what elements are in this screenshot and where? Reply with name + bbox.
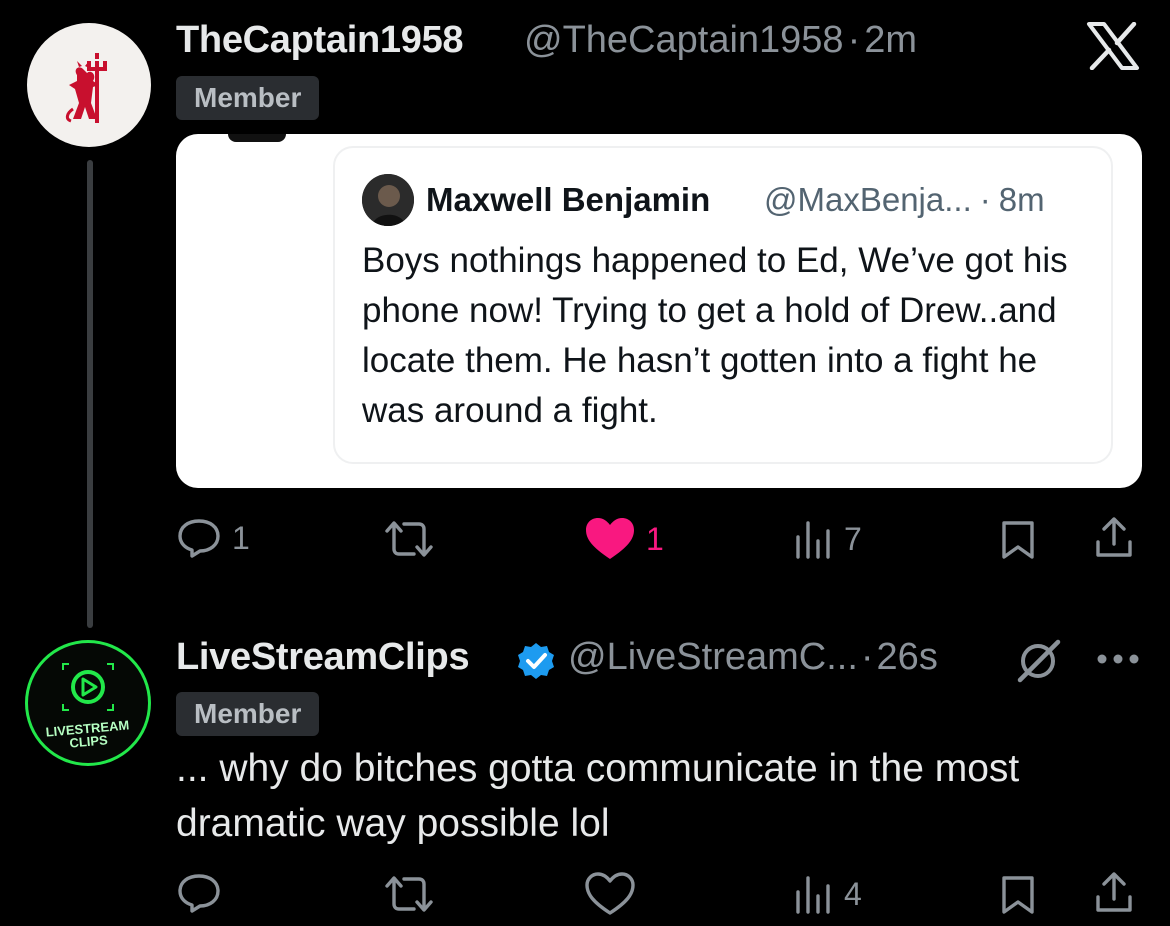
display-name[interactable]: TheCaptain1958 bbox=[176, 19, 464, 62]
bookmark-button[interactable] bbox=[1000, 519, 1036, 566]
avatar[interactable] bbox=[27, 23, 151, 147]
avatar[interactable]: LIVESTREAM CLIPS bbox=[25, 640, 151, 766]
reply-count: 1 bbox=[232, 519, 250, 556]
repost-button[interactable] bbox=[382, 519, 446, 559]
quoted-tweet-text: Boys nothings happened to Ed, We’ve got … bbox=[362, 241, 1068, 430]
display-name[interactable]: LiveStreamClips bbox=[176, 636, 470, 679]
timestamp[interactable]: 26s bbox=[877, 636, 938, 678]
heart-filled-icon bbox=[586, 518, 634, 559]
share-button[interactable] bbox=[1094, 516, 1134, 565]
quoted-handle[interactable]: @MaxBenja... bbox=[764, 181, 972, 218]
more-options-icon[interactable] bbox=[1096, 652, 1140, 671]
quoted-display-name[interactable]: Maxwell Benjamin bbox=[426, 181, 710, 219]
bookmark-icon bbox=[1002, 876, 1034, 914]
meta-separator: · bbox=[860, 636, 874, 678]
heart-outline-icon bbox=[585, 872, 635, 915]
repost-icon bbox=[385, 876, 433, 912]
view-count: 7 bbox=[844, 520, 862, 557]
views-chart-icon bbox=[796, 876, 830, 914]
share-icon bbox=[1096, 872, 1132, 912]
bookmark-icon bbox=[1002, 521, 1034, 559]
like-button[interactable]: 1 bbox=[584, 517, 664, 561]
quoted-meta-separator: · bbox=[979, 181, 991, 218]
post-meta: @TheCaptain1958 · 2m bbox=[524, 19, 917, 62]
quoted-timestamp[interactable]: 8m bbox=[999, 181, 1045, 218]
post-meta: @LiveStreamC...·26s bbox=[568, 636, 938, 679]
reply-button[interactable]: 1 bbox=[176, 517, 250, 559]
partial-image-edge bbox=[228, 134, 286, 142]
repost-icon bbox=[385, 521, 433, 557]
views-button[interactable]: 4 bbox=[794, 874, 862, 914]
repost-button[interactable] bbox=[382, 874, 446, 914]
quoted-meta: @MaxBenja... · 8m bbox=[764, 181, 1045, 219]
reply-icon bbox=[178, 519, 220, 558]
quoted-avatar[interactable] bbox=[362, 174, 414, 226]
verified-badge-icon bbox=[516, 641, 556, 681]
handle[interactable]: @LiveStreamC... bbox=[568, 636, 858, 678]
share-button[interactable] bbox=[1094, 871, 1134, 920]
like-count: 1 bbox=[646, 520, 664, 557]
share-icon bbox=[1096, 517, 1132, 557]
like-button[interactable] bbox=[584, 872, 646, 916]
member-badge: Member bbox=[176, 692, 320, 736]
views-button[interactable]: 7 bbox=[794, 519, 862, 559]
red-devil-crest-icon bbox=[65, 53, 107, 123]
timestamp[interactable]: 2m bbox=[864, 19, 917, 61]
handle[interactable]: @TheCaptain1958 bbox=[524, 19, 844, 61]
meta-separator: · bbox=[847, 19, 861, 61]
person-photo-icon bbox=[362, 174, 414, 226]
reply-text: ... why do bitches gotta communicate in … bbox=[176, 747, 1020, 845]
x-logo-icon bbox=[1086, 21, 1140, 71]
view-count: 4 bbox=[844, 875, 862, 912]
reply-icon bbox=[178, 874, 220, 913]
views-chart-icon bbox=[796, 521, 830, 559]
thread-connector-line bbox=[87, 160, 93, 628]
grok-icon[interactable] bbox=[1014, 638, 1064, 689]
member-badge: Member bbox=[176, 76, 320, 120]
reply-button[interactable] bbox=[176, 872, 232, 914]
bookmark-button[interactable] bbox=[1000, 874, 1036, 921]
